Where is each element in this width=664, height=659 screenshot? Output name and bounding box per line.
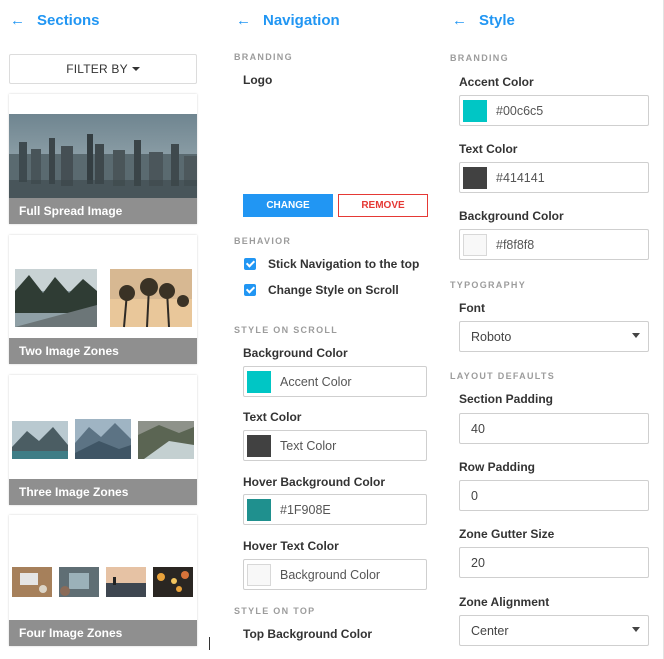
- style-panel: ← Style BRANDING Accent Color #00c6c5 Te…: [442, 0, 664, 659]
- change-logo-button[interactable]: CHANGE: [243, 194, 333, 217]
- hover-text-color-value: Background Color: [280, 567, 381, 582]
- row-padding-input[interactable]: 0: [459, 480, 649, 511]
- sections-title: Sections: [37, 11, 100, 29]
- dropdown-arrow-icon: [632, 627, 640, 632]
- accent-color-label: Accent Color: [459, 75, 534, 89]
- hands-tablet-image: [59, 567, 99, 597]
- scroll-text-color-label: Text Color: [243, 410, 302, 424]
- font-select-value: Roboto: [471, 329, 512, 344]
- zone-alignment-value: Center: [471, 623, 509, 638]
- road-forest-image: [15, 269, 97, 327]
- style-title: Style: [479, 11, 515, 29]
- palm-trees-image: [110, 269, 192, 328]
- section-card-three-zones[interactable]: Three Image Zones: [9, 375, 197, 505]
- color-swatch[interactable]: [463, 233, 487, 256]
- zone-gutter-input[interactable]: 20: [459, 547, 649, 578]
- change-style-checkbox[interactable]: [244, 284, 256, 296]
- zone-gutter-label: Zone Gutter Size: [459, 527, 555, 541]
- sections-back-header[interactable]: ← Sections: [0, 0, 210, 40]
- branding-section-title: BRANDING: [234, 52, 293, 62]
- river-valley-image: [138, 421, 194, 459]
- accent-color-value: #00c6c5: [496, 103, 544, 118]
- scroll-bg-color-value: Accent Color: [280, 374, 352, 389]
- filter-by-button[interactable]: FILTER BY: [9, 54, 197, 84]
- section-padding-label: Section Padding: [459, 392, 554, 406]
- stick-nav-label: Stick Navigation to the top: [268, 257, 420, 271]
- change-style-checkbox-row[interactable]: Change Style on Scroll: [244, 283, 399, 297]
- logo-label: Logo: [243, 73, 273, 87]
- section-card-four-zones[interactable]: Four Image Zones: [9, 515, 197, 646]
- behavior-section-title: BEHAVIOR: [234, 236, 292, 246]
- navigation-title: Navigation: [263, 11, 340, 29]
- text-cursor: [209, 637, 210, 650]
- card-label: Full Spread Image: [9, 198, 197, 224]
- font-select[interactable]: Roboto: [459, 321, 649, 352]
- row-padding-value: 0: [471, 488, 478, 503]
- style-back-header[interactable]: ← Style: [442, 0, 663, 40]
- mountain-lake-image: [12, 421, 68, 459]
- scroll-bg-color-field[interactable]: Accent Color: [243, 366, 427, 397]
- typography-section-title: TYPOGRAPHY: [450, 280, 527, 290]
- change-style-label: Change Style on Scroll: [268, 283, 399, 297]
- color-swatch[interactable]: [463, 99, 487, 122]
- navigation-back-header[interactable]: ← Navigation: [226, 0, 436, 40]
- row-padding-label: Row Padding: [459, 460, 535, 474]
- color-swatch[interactable]: [463, 166, 487, 189]
- dropdown-arrow-icon: [632, 333, 640, 338]
- section-padding-value: 40: [471, 421, 485, 436]
- scroll-text-color-field[interactable]: Text Color: [243, 430, 427, 461]
- filter-by-label: FILTER BY: [66, 62, 128, 76]
- hover-bg-color-field[interactable]: #1F908E: [243, 494, 427, 525]
- hover-bg-color-value: #1F908E: [280, 502, 331, 517]
- background-color-label: Background Color: [459, 209, 564, 223]
- hover-bg-color-label: Hover Background Color: [243, 475, 386, 489]
- navigation-panel: ← Navigation BRANDING Logo CHANGE REMOVE…: [226, 0, 436, 659]
- section-card-two-zones[interactable]: Two Image Zones: [9, 235, 197, 364]
- color-swatch[interactable]: [247, 434, 271, 457]
- style-on-scroll-section-title: STYLE ON SCROLL: [234, 325, 339, 335]
- text-color-field[interactable]: #414141: [459, 162, 649, 193]
- desk-laptop-image: [12, 567, 52, 597]
- section-padding-input[interactable]: 40: [459, 413, 649, 444]
- color-swatch[interactable]: [247, 563, 271, 586]
- layout-defaults-section-title: LAYOUT DEFAULTS: [450, 371, 556, 381]
- accent-color-field[interactable]: #00c6c5: [459, 95, 649, 126]
- hover-text-color-label: Hover Text Color: [243, 539, 339, 553]
- zone-alignment-label: Zone Alignment: [459, 595, 550, 609]
- night-lights-image: [153, 567, 193, 597]
- background-color-value: #f8f8f8: [496, 237, 535, 252]
- back-arrow-icon: ←: [236, 11, 251, 29]
- background-color-field[interactable]: #f8f8f8: [459, 229, 649, 260]
- scroll-bg-color-label: Background Color: [243, 346, 348, 360]
- caret-down-icon: [131, 67, 140, 71]
- sunset-pier-image: [106, 567, 146, 597]
- font-label: Font: [459, 301, 485, 315]
- sections-panel: ← Sections FILTER BY Full Spread Image T…: [0, 0, 210, 659]
- top-bg-color-label: Top Background Color: [243, 627, 373, 641]
- back-arrow-icon: ←: [10, 11, 25, 29]
- zone-alignment-select[interactable]: Center: [459, 615, 649, 646]
- stick-nav-checkbox[interactable]: [244, 258, 256, 270]
- section-card-full-spread[interactable]: Full Spread Image: [9, 94, 197, 224]
- zone-gutter-value: 20: [471, 555, 485, 570]
- misty-mountains-image: [75, 419, 131, 459]
- back-arrow-icon: ←: [452, 11, 467, 29]
- card-label: Four Image Zones: [9, 620, 197, 646]
- stick-nav-checkbox-row[interactable]: Stick Navigation to the top: [244, 257, 419, 271]
- color-swatch[interactable]: [247, 370, 271, 393]
- text-color-label: Text Color: [459, 142, 518, 156]
- text-color-value: #414141: [496, 170, 545, 185]
- hover-text-color-field[interactable]: Background Color: [243, 559, 427, 590]
- style-branding-section-title: BRANDING: [450, 53, 509, 63]
- card-label: Three Image Zones: [9, 479, 197, 505]
- style-on-top-section-title: STYLE ON TOP: [234, 606, 316, 616]
- scroll-text-color-value: Text Color: [280, 438, 337, 453]
- color-swatch[interactable]: [247, 498, 271, 521]
- remove-logo-button[interactable]: REMOVE: [338, 194, 428, 217]
- card-label: Two Image Zones: [9, 338, 197, 364]
